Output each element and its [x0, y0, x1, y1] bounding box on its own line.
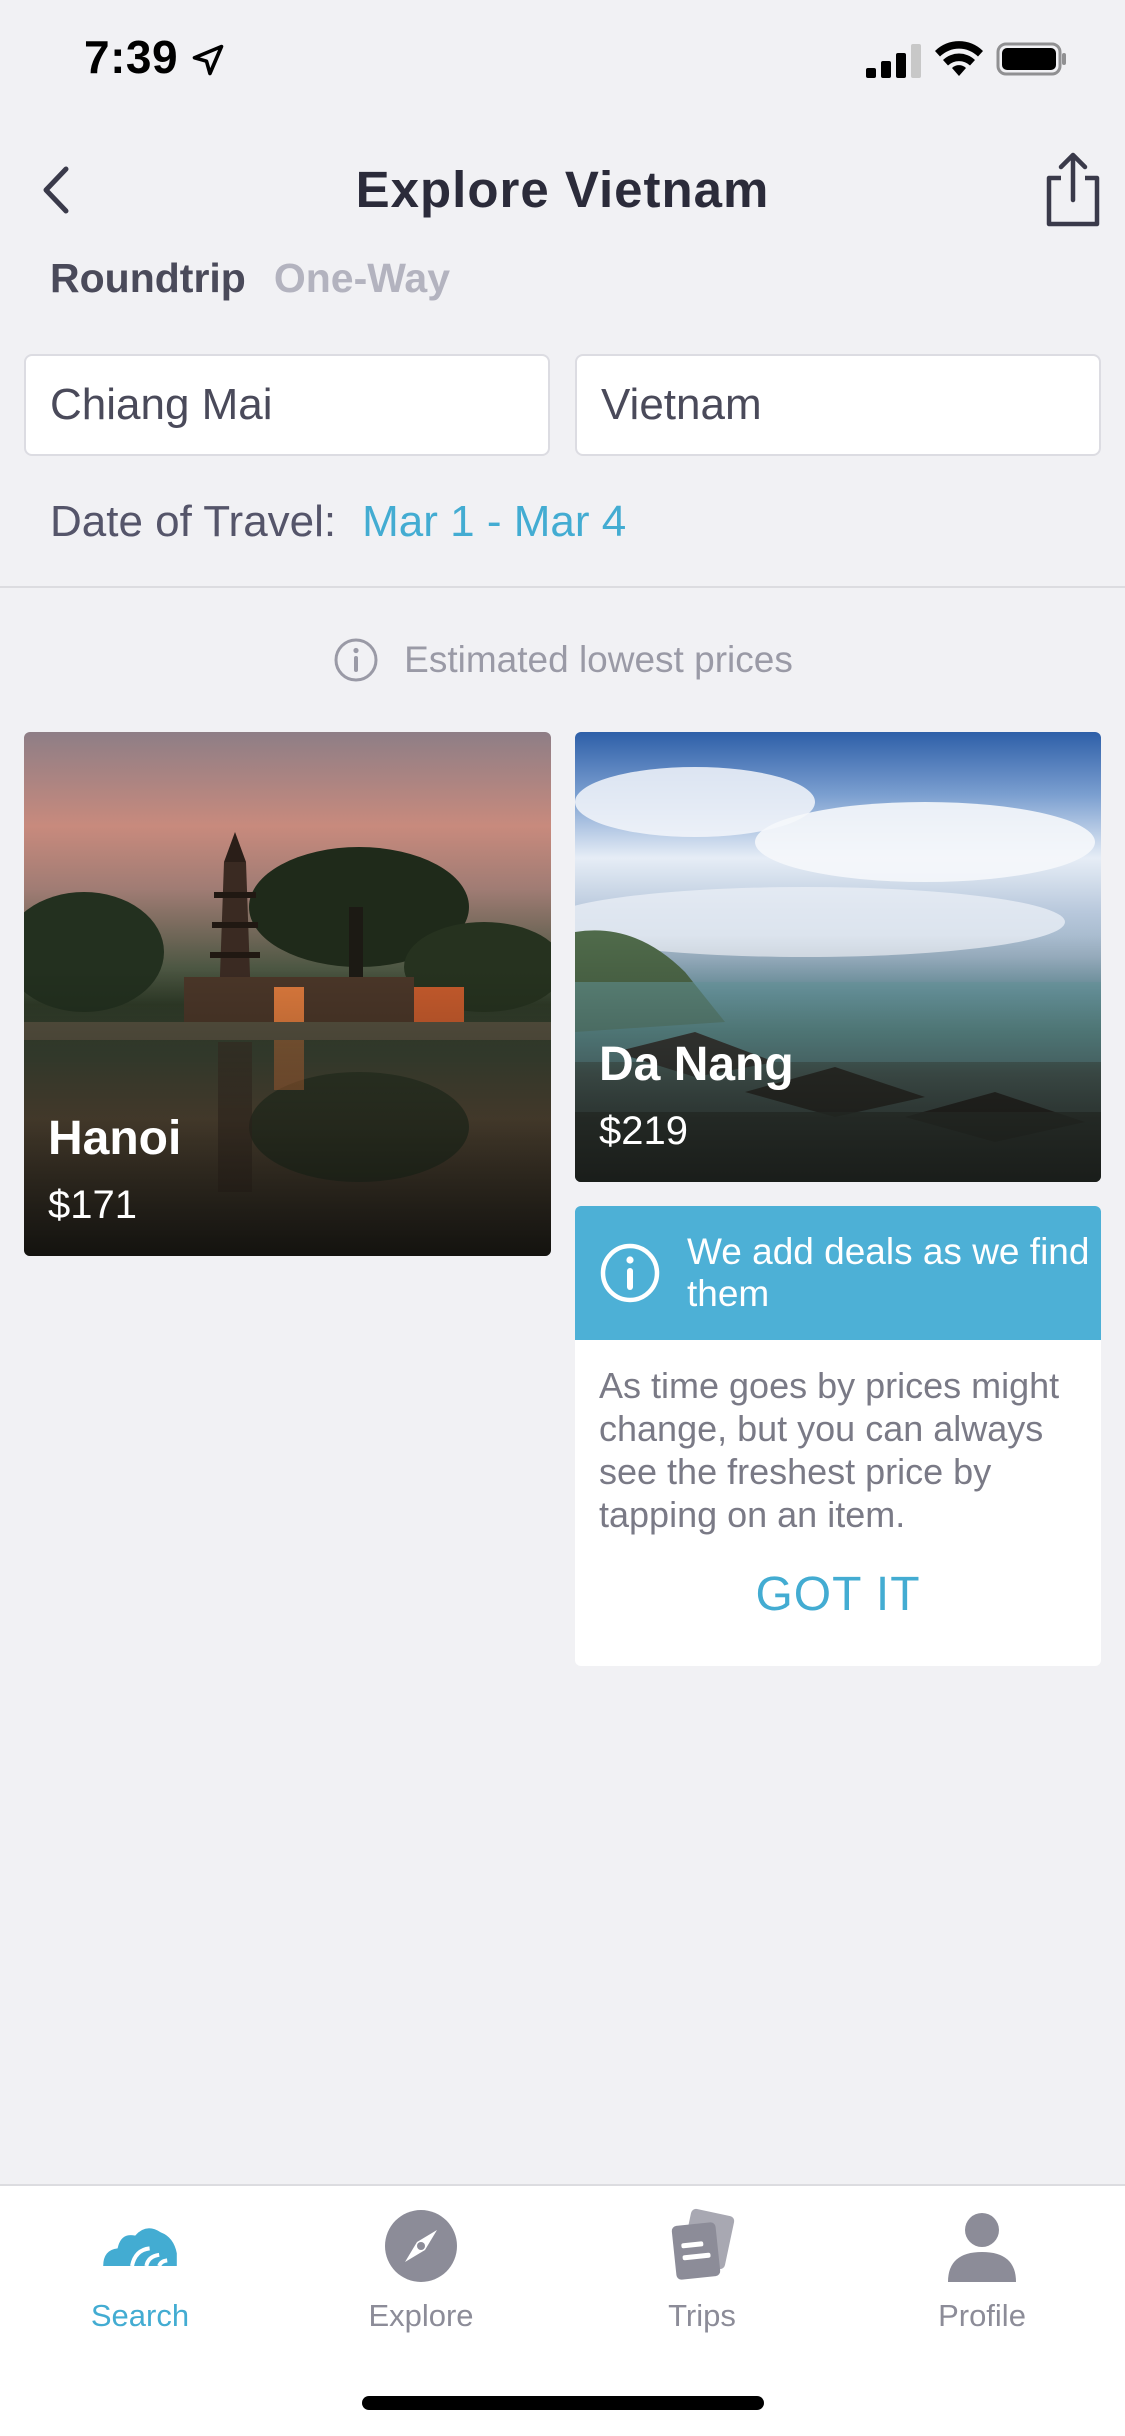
tab-profile[interactable]: Profile [882, 2206, 1082, 2346]
city-name: Hanoi [48, 1112, 182, 1165]
cellular-signal-icon [866, 44, 921, 78]
tab-label: Profile [938, 2298, 1026, 2333]
header: Explore Vietnam [0, 130, 1125, 250]
info-card-body: As time goes by prices might change, but… [599, 1365, 1060, 1535]
info-icon [334, 638, 378, 682]
info-icon [600, 1243, 660, 1303]
tab-label: Trips [668, 2298, 736, 2333]
screen: 7:39 Explore Vietnam Roundtrip One-Way C… [0, 0, 1125, 2436]
date-label: Date of Travel: [50, 497, 337, 546]
location-arrow-icon [192, 44, 224, 76]
date-row: Date of Travel: Mar 1 - Mar 4 [50, 490, 626, 554]
search-logo-icon [103, 2228, 177, 2267]
trips-icon [671, 2208, 735, 2280]
city-price: $219 [599, 1109, 688, 1153]
destination-card-da-nang[interactable]: Da Nang $219 [575, 732, 1101, 1182]
tab-roundtrip[interactable]: Roundtrip [50, 255, 246, 302]
origin-field[interactable]: Chiang Mai [24, 354, 550, 456]
tab-label: Search [90, 2298, 190, 2333]
home-indicator[interactable] [362, 2396, 764, 2410]
city-name: Da Nang [599, 1038, 794, 1091]
city-price: $171 [48, 1183, 137, 1227]
battery-icon [996, 42, 1066, 76]
status-time: 7:39 [84, 31, 179, 83]
share-button[interactable] [1040, 148, 1106, 232]
profile-icon [948, 2213, 1016, 2282]
tab-one-way[interactable]: One-Way [274, 255, 450, 302]
status-bar: 7:39 [0, 0, 1125, 120]
destination-field[interactable]: Vietnam [575, 354, 1101, 456]
tab-search[interactable]: Search [40, 2206, 240, 2346]
trip-type-selector: Roundtrip One-Way [50, 248, 450, 308]
destination-card-hanoi[interactable]: Hanoi $171 [24, 732, 551, 1256]
info-card-title: We add deals as we find them [687, 1231, 1090, 1314]
tab-trips[interactable]: Trips [602, 2206, 802, 2346]
tab-explore[interactable]: Explore [321, 2206, 521, 2346]
divider [0, 586, 1125, 588]
estimate-text: Estimated lowest prices [404, 639, 793, 680]
got-it-button[interactable]: GOT IT [575, 1554, 1101, 1634]
page-title: Explore Vietnam [355, 161, 770, 218]
info-card-header: We add deals as we find them [575, 1206, 1101, 1340]
share-icon [1046, 152, 1100, 227]
date-value[interactable]: Mar 1 - Mar 4 [362, 497, 626, 547]
tab-label: Explore [368, 2298, 474, 2333]
compass-icon [385, 2210, 457, 2282]
estimate-note: Estimated lowest prices [0, 628, 1125, 692]
deals-info-card: We add deals as we find them As time goe… [575, 1206, 1101, 1666]
wifi-icon [935, 41, 983, 76]
